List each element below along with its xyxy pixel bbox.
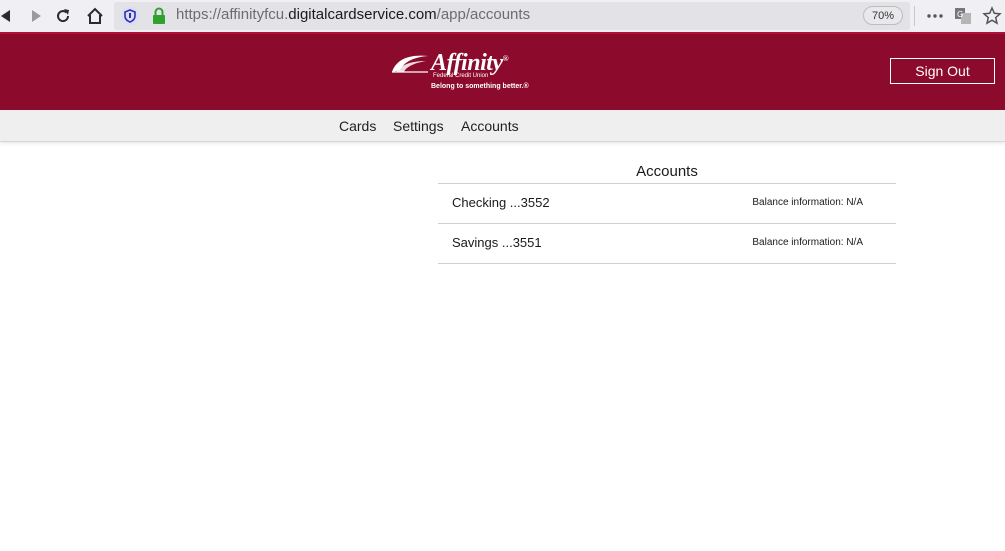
nav-item-cards[interactable]: Cards — [339, 118, 376, 134]
nav-item-settings[interactable]: Settings — [393, 118, 444, 134]
logo-tagline: Belong to something better.® — [431, 83, 529, 90]
account-balance: Balance information: N/A — [752, 237, 863, 248]
accounts-panel: Accounts Checking ...3552 Balance inform… — [438, 160, 896, 264]
svg-text:G: G — [957, 10, 963, 19]
home-icon[interactable] — [83, 4, 107, 28]
url-path: /app/accounts — [436, 6, 531, 23]
affinity-logo[interactable]: Affinity® Federal Credit Union Belong to… — [390, 50, 550, 96]
main-nav: Cards Settings Accounts — [0, 110, 1005, 142]
site-header: Affinity® Federal Credit Union Belong to… — [0, 32, 1005, 110]
sign-out-button[interactable]: Sign Out — [890, 58, 995, 84]
more-icon[interactable] — [923, 4, 947, 28]
zoom-level-badge[interactable]: 70% — [863, 6, 903, 25]
wing-logo-icon — [392, 55, 428, 73]
url-prefix: https://affinityfcu. — [176, 6, 289, 23]
shield-icon[interactable] — [118, 4, 142, 28]
translate-icon[interactable]: G — [951, 4, 975, 28]
back-icon[interactable] — [0, 4, 18, 28]
toolbar-divider — [914, 6, 915, 26]
url-text[interactable]: https://affinityfcu.digitalcardservice.c… — [176, 6, 530, 23]
logo-subtitle: Federal Credit Union — [433, 73, 489, 79]
account-name: Savings ...3551 — [452, 235, 542, 250]
lock-icon — [147, 4, 171, 28]
browser-toolbar: https://affinityfcu.digitalcardservice.c… — [0, 0, 1005, 32]
account-balance: Balance information: N/A — [752, 197, 863, 208]
reload-icon[interactable] — [51, 4, 75, 28]
star-icon[interactable] — [980, 4, 1004, 28]
url-host: digitalcardservice.com — [288, 6, 437, 23]
account-name: Checking ...3552 — [452, 195, 550, 210]
page-title: Accounts — [438, 160, 896, 184]
account-row-savings[interactable]: Savings ...3551 Balance information: N/A — [438, 224, 896, 264]
nav-item-accounts[interactable]: Accounts — [461, 118, 519, 134]
forward-icon[interactable] — [24, 4, 48, 28]
account-row-checking[interactable]: Checking ...3552 Balance information: N/… — [438, 184, 896, 224]
